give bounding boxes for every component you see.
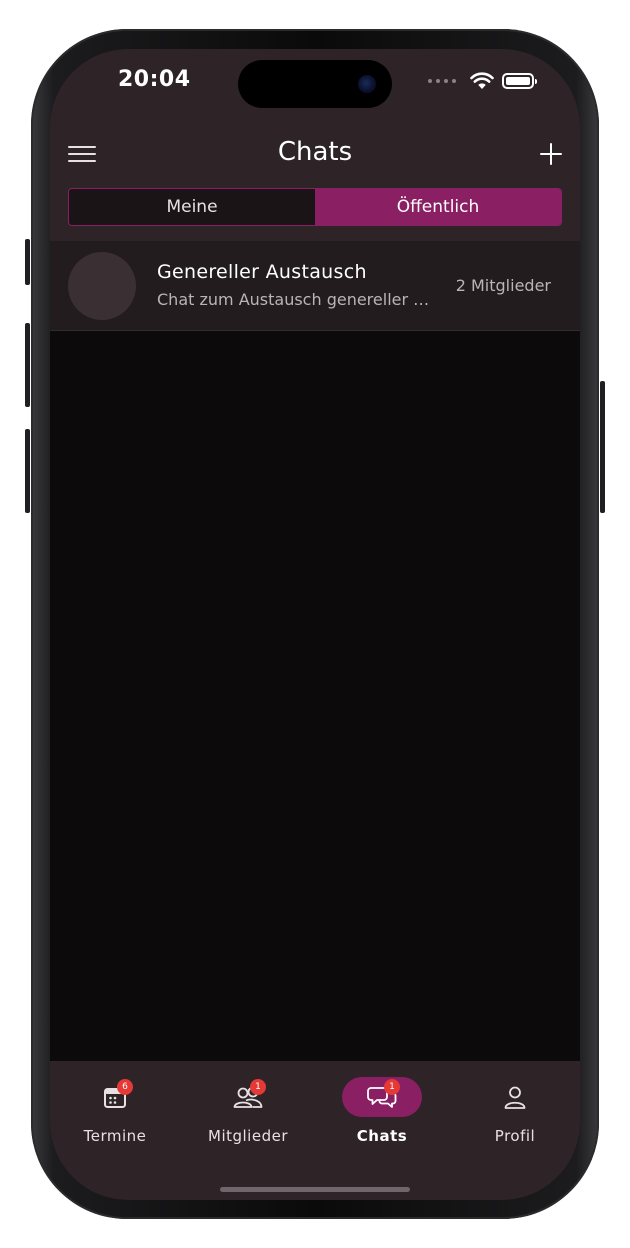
page-title: Chats <box>277 137 353 167</box>
notification-badge: 1 <box>250 1079 266 1095</box>
nav-icon-container: 1 <box>342 1077 422 1117</box>
battery-icon <box>502 73 537 89</box>
action-button <box>25 239 30 285</box>
segment-public[interactable]: Öffentlich <box>315 189 561 225</box>
bottom-navigation-bar: 6 Termine 1 Mitglieder 1 Chats Profil <box>50 1061 580 1200</box>
nav-label: Profil <box>494 1127 536 1145</box>
notification-badge: 1 <box>384 1079 400 1095</box>
nav-item-profil[interactable]: Profil <box>465 1077 565 1147</box>
chat-filter-segmented-control: Meine Öffentlich <box>68 188 562 226</box>
nav-icon-container: 6 <box>75 1077 155 1117</box>
home-indicator[interactable] <box>220 1187 410 1192</box>
dynamic-island <box>238 60 392 108</box>
nav-item-chats[interactable]: 1 Chats <box>332 1077 432 1147</box>
nav-item-termine[interactable]: 6 Termine <box>65 1077 165 1147</box>
chat-name: Genereller Austausch <box>157 261 367 283</box>
status-indicators <box>428 69 537 93</box>
nav-item-mitglieder[interactable]: 1 Mitglieder <box>198 1077 298 1147</box>
notification-badge: 6 <box>117 1079 133 1095</box>
camera-icon <box>358 75 376 93</box>
nav-icon-container: 1 <box>208 1077 288 1117</box>
signal-dots-icon <box>428 79 456 83</box>
plus-icon[interactable] <box>538 141 564 167</box>
volume-down-button <box>25 429 30 513</box>
person-icon <box>504 1086 526 1109</box>
nav-label: Mitglieder <box>208 1127 288 1145</box>
chat-member-count: 2 Mitglieder <box>455 276 551 295</box>
wifi-icon <box>470 72 494 89</box>
chat-list-item[interactable]: Genereller Austausch Chat zum Austausch … <box>50 241 580 331</box>
nav-icon-container <box>475 1077 555 1117</box>
power-button <box>600 381 605 513</box>
segment-mine[interactable]: Meine <box>69 189 315 225</box>
chat-description: Chat zum Austausch genereller Themen <box>157 290 435 309</box>
status-time: 20:04 <box>118 67 191 92</box>
avatar <box>68 252 136 320</box>
volume-up-button <box>25 323 30 407</box>
app-screen: 20:04 Chats Meine Öffentlich Genereller … <box>50 49 580 1200</box>
nav-label: Termine <box>83 1127 147 1145</box>
top-app-bar: 20:04 Chats Meine Öffentlich <box>50 49 580 241</box>
nav-label: Chats <box>356 1127 408 1145</box>
